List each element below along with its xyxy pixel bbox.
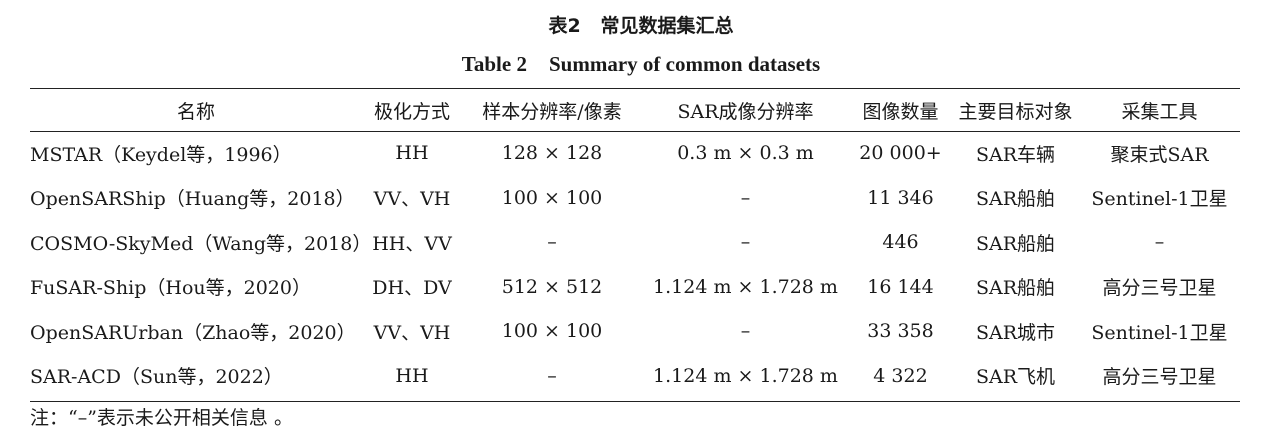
cell-polarization: VV、VH <box>373 321 451 344</box>
header-sample-resolution: 样本分辨率/像素 <box>482 101 622 123</box>
cell-target: SAR船舶 <box>975 188 1056 211</box>
cell-acquisition-tool: Sentinel-1卫星 <box>1091 321 1228 344</box>
caption-cn-title: 常见数据集汇总 <box>600 15 734 37</box>
table-row: COSMO-SkyMed（Wang等，2018） HH、VV – – 446 S… <box>30 220 1240 265</box>
table-row: FuSAR-Ship（Hou等，2020） DH、DV 512 × 512 1.… <box>30 265 1240 310</box>
cell-acquisition-tool: Sentinel-1卫星 <box>1091 188 1228 211</box>
header-sar-resolution: SAR成像分辨率 <box>677 101 814 123</box>
cell-sample-resolution: 100 × 100 <box>501 320 603 343</box>
cell-sar-resolution: – <box>740 231 751 254</box>
cell-acquisition-tool: – <box>1154 231 1165 254</box>
cell-target: SAR城市 <box>975 321 1056 344</box>
cell-target: SAR车辆 <box>975 143 1056 166</box>
cell-sar-resolution: 1.124 m × 1.728 m <box>653 275 838 298</box>
cell-name: OpenSARShip（Huang等，2018） <box>30 188 355 211</box>
header-image-count: 图像数量 <box>862 101 939 123</box>
cell-name: FuSAR-Ship（Hou等，2020） <box>30 277 311 300</box>
table-footnote: 注：“–”表示未公开相关信息 。 <box>30 407 293 429</box>
cell-acquisition-tool: 高分三号卫星 <box>1102 366 1217 389</box>
cell-polarization: DH、DV <box>372 277 452 300</box>
cell-sar-resolution: – <box>740 320 751 343</box>
cell-image-count: 446 <box>882 231 919 254</box>
cell-name: MSTAR（Keydel等，1996） <box>30 143 292 166</box>
cell-image-count: 33 358 <box>867 320 934 343</box>
cell-polarization: HH <box>395 142 429 165</box>
bottom-rule <box>30 401 1240 402</box>
cell-name: SAR-ACD（Sun等，2022） <box>30 366 283 389</box>
cell-image-count: 20 000+ <box>859 142 942 165</box>
header-name: 名称 <box>176 101 215 123</box>
cell-polarization: HH <box>395 364 429 387</box>
table-header-row: 名称 极化方式 样本分辨率/像素 SAR成像分辨率 图像数量 主要目标对象 采集… <box>30 90 1240 131</box>
header-target: 主要目标对象 <box>958 101 1073 123</box>
cell-sample-resolution: – <box>547 364 557 387</box>
cell-name: COSMO-SkyMed（Wang等，2018） <box>30 232 372 255</box>
cell-image-count: 16 144 <box>867 275 934 298</box>
table-caption-cn: 表2 常见数据集汇总 <box>0 12 1282 40</box>
cell-image-count: 11 346 <box>867 186 934 209</box>
cell-target: SAR飞机 <box>975 366 1056 389</box>
cell-sar-resolution: 0.3 m × 0.3 m <box>677 142 814 165</box>
cell-sample-resolution: 512 × 512 <box>501 275 603 298</box>
top-rule <box>30 88 1240 89</box>
cell-acquisition-tool: 高分三号卫星 <box>1102 277 1217 300</box>
cell-sar-resolution: – <box>740 186 751 209</box>
cell-sample-resolution: 128 × 128 <box>501 142 603 165</box>
table-row: OpenSARShip（Huang等，2018） VV、VH 100 × 100… <box>30 176 1240 221</box>
cell-sar-resolution: 1.124 m × 1.728 m <box>653 364 838 387</box>
cell-polarization: HH、VV <box>372 232 452 255</box>
caption-en-title: Summary of common datasets <box>548 52 821 76</box>
table-row: OpenSARUrban（Zhao等，2020） VV、VH 100 × 100… <box>30 309 1240 354</box>
header-polarization: 极化方式 <box>373 101 450 123</box>
caption-cn-label: 表2 <box>548 15 581 37</box>
cell-sample-resolution: 100 × 100 <box>501 186 603 209</box>
header-acquisition-tool: 采集工具 <box>1121 101 1198 123</box>
cell-sample-resolution: – <box>547 231 557 254</box>
cell-target: SAR船舶 <box>975 277 1056 300</box>
table-caption-en: Table 2 Summary of common datasets <box>0 50 1282 78</box>
cell-target: SAR船舶 <box>975 232 1056 255</box>
cell-polarization: VV、VH <box>373 188 451 211</box>
table-row: MSTAR（Keydel等，1996） HH 128 × 128 0.3 m ×… <box>30 131 1240 176</box>
table-row: SAR-ACD（Sun等，2022） HH – 1.124 m × 1.728 … <box>30 354 1240 399</box>
cell-image-count: 4 322 <box>873 364 928 387</box>
caption-en-label: Table 2 <box>461 52 527 76</box>
cell-acquisition-tool: 聚束式SAR <box>1110 143 1209 166</box>
cell-name: OpenSARUrban（Zhao等，2020） <box>30 321 356 344</box>
datasets-table: 名称 极化方式 样本分辨率/像素 SAR成像分辨率 图像数量 主要目标对象 采集… <box>30 90 1240 398</box>
